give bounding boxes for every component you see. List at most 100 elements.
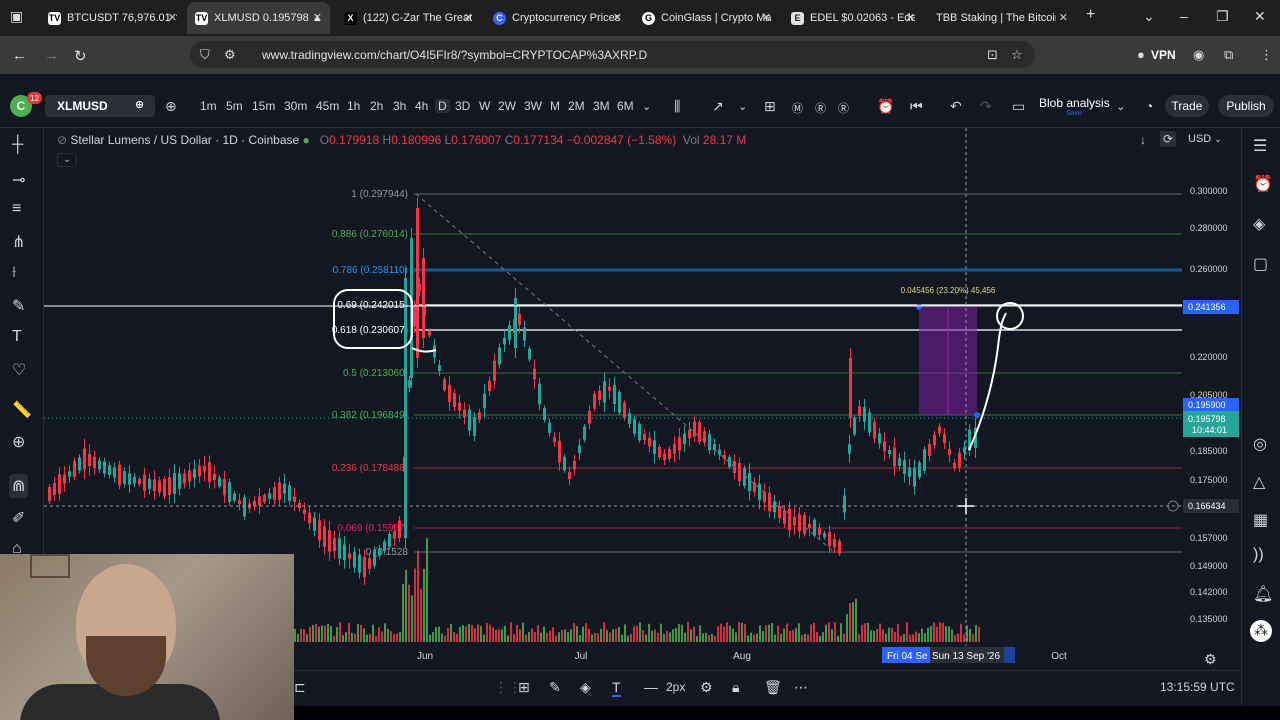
close-icon[interactable]: ✕ xyxy=(168,11,177,24)
magnet-icon[interactable]: ⋒ xyxy=(9,474,29,498)
signal-icon[interactable]: )) xyxy=(1253,546,1264,564)
redo-icon[interactable]: ↷ xyxy=(980,98,992,115)
browser-tab-btcusdt[interactable]: TV BTCUSDT 76,976.01 ▼ ✕ xyxy=(40,2,185,34)
stroke-width-label[interactable]: 2px xyxy=(666,680,685,694)
panel-toggle-icon[interactable]: ⊏ xyxy=(294,679,306,696)
scroll-down-icon[interactable]: ↓ xyxy=(1140,133,1146,147)
close-icon[interactable]: ✕ xyxy=(762,11,771,24)
indicators-icon[interactable]: ↗ xyxy=(712,98,724,115)
timeframe-5m[interactable]: 5m xyxy=(226,99,243,113)
timeframe-6m[interactable]: 6M xyxy=(617,99,634,113)
close-window-icon[interactable]: ✕ xyxy=(1254,8,1266,25)
timeframe-3w[interactable]: 3W xyxy=(524,99,542,113)
trade-button[interactable]: Trade xyxy=(1165,95,1209,117)
line-color-icon[interactable]: ✎ xyxy=(549,679,561,696)
alarm-icon[interactable]: ⏰ xyxy=(1253,174,1273,194)
browser-tab-xlmusd[interactable]: TV XLMUSD 0.195798 ▲ ✕ xyxy=(187,2,330,34)
chevron-down-icon[interactable]: ⌄ xyxy=(642,100,651,113)
timeframe-30m[interactable]: 30m xyxy=(284,99,307,113)
timeframe-2h[interactable]: 2h xyxy=(370,99,383,113)
close-icon[interactable]: ✕ xyxy=(906,11,915,24)
grid-icon[interactable]: ⁂ xyxy=(1250,620,1272,642)
chat-icon[interactable]: ▢ xyxy=(1253,254,1268,274)
quick-search-icon[interactable]: ◔ xyxy=(1145,98,1153,114)
back-icon[interactable]: ← xyxy=(12,47,27,64)
publish-button[interactable]: Publish xyxy=(1218,95,1274,117)
trash-icon[interactable]: 🗑︎ xyxy=(764,679,782,696)
more-icon[interactable]: ⋯ xyxy=(794,679,808,696)
minimize-icon[interactable]: – xyxy=(1180,8,1188,24)
vpn-icon[interactable]: ● xyxy=(1137,47,1145,62)
dot-icon[interactable]: ⊸ xyxy=(12,170,25,190)
pitchfork-icon[interactable]: ⋔ xyxy=(12,232,25,252)
extensions-icon[interactable]: ⧉ xyxy=(1224,47,1233,63)
layout-icon[interactable]: ▭ xyxy=(1012,98,1025,115)
timeframe-2w[interactable]: 2W xyxy=(498,99,516,113)
browser-tab-crypto-prices[interactable]: C Cryptocurrency Prices ✕ xyxy=(485,2,630,34)
tab-list-icon[interactable]: ▣ xyxy=(10,8,23,25)
new-tab-icon[interactable]: + xyxy=(1086,6,1095,24)
line-style-icon[interactable]: — xyxy=(644,679,658,695)
timeframe-4h[interactable]: 4h xyxy=(415,99,428,113)
browser-tab-coinglass[interactable]: G CoinGlass | Crypto Ma ✕ xyxy=(634,2,779,34)
close-icon[interactable]: ✕ xyxy=(1059,11,1068,24)
close-icon[interactable]: ✕ xyxy=(613,11,622,24)
triangle-icon[interactable]: △ xyxy=(1253,472,1265,492)
heart-icon[interactable]: ♡ xyxy=(12,360,26,380)
reload-icon[interactable]: ↻ xyxy=(74,47,87,65)
circle-arrows-icon[interactable]: ⊕ xyxy=(135,98,144,111)
chart-settings-icon[interactable]: ⚙ xyxy=(1204,651,1217,668)
layers-icon[interactable]: ◈ xyxy=(1253,214,1265,234)
url-field[interactable]: ⛉ ⚙ www.tradingview.com/chart/O4I5FIr8/?… xyxy=(190,41,1035,68)
restore-icon[interactable]: ❐ xyxy=(1216,8,1229,25)
layout-grid-icon[interactable]: ⊞ xyxy=(764,98,776,115)
alert-icon[interactable]: ⏰ xyxy=(877,98,894,115)
vpn-label[interactable]: VPN xyxy=(1151,48,1176,62)
chevron-down-icon[interactable]: ⌄ xyxy=(738,100,747,113)
auto-scale-icon[interactable]: ⟳ xyxy=(1160,131,1177,147)
timeframe-w[interactable]: W xyxy=(479,99,490,113)
site-settings-icon[interactable]: ⚙ xyxy=(224,47,236,63)
install-app-icon[interactable]: ⊡ xyxy=(987,47,998,63)
timeframe-d[interactable]: D xyxy=(435,99,450,113)
measure-tool-icon[interactable]: ⟊ xyxy=(12,264,16,282)
utc-clock[interactable]: 13:15:59 UTC xyxy=(1160,680,1235,694)
add-symbol-icon[interactable]: ⊕ xyxy=(165,98,177,115)
timeframe-m[interactable]: M xyxy=(550,99,560,113)
chevron-down-icon[interactable]: ⌄ xyxy=(1116,100,1125,113)
close-icon[interactable]: ✕ xyxy=(464,11,473,24)
lines-icon[interactable]: ≡ xyxy=(12,200,21,218)
replay-icon[interactable]: ⏮ xyxy=(910,98,923,115)
text-color-icon[interactable]: T xyxy=(612,679,621,697)
timeframe-15m[interactable]: 15m xyxy=(252,99,275,113)
close-icon[interactable]: ✕ xyxy=(313,11,322,24)
forward-icon[interactable]: → xyxy=(44,47,59,64)
timeframe-3h[interactable]: 3h xyxy=(393,99,406,113)
collapse-legend-icon[interactable]: ⌄ xyxy=(57,153,77,167)
ruler-icon[interactable]: 📏 xyxy=(12,400,32,420)
zoom-icon[interactable]: ⊕ xyxy=(12,432,25,452)
r-circle-icon[interactable]: Ⓡ xyxy=(838,100,849,116)
browser-tab-tbb-staking[interactable]: TBB Staking | The Bitcoin B ✕ xyxy=(928,2,1076,34)
url-text[interactable]: www.tradingview.com/chart/O4I5FIr8/?symb… xyxy=(262,48,647,62)
m-circle-icon[interactable]: Ⓜ xyxy=(792,100,803,116)
fill-color-icon[interactable]: ◈ xyxy=(580,679,591,696)
browser-tab-czar[interactable]: X (122) C-Zar The Great ✕ xyxy=(336,2,481,34)
symbol-search-button[interactable]: XLMUSD ⊕ xyxy=(45,95,155,117)
calendar-icon[interactable]: ▦ xyxy=(1253,510,1268,530)
layout-name[interactable]: Blob analysis xyxy=(1039,96,1110,110)
currency-selector[interactable]: USD ⌄ xyxy=(1186,131,1236,149)
timeframe-2m[interactable]: 2M xyxy=(568,99,585,113)
undo-icon[interactable]: ↶ xyxy=(950,98,962,115)
template-icon[interactable]: ⊞ xyxy=(518,679,530,696)
r-circle-icon[interactable]: Ⓡ xyxy=(815,100,826,116)
timeframe-1m[interactable]: 1m xyxy=(200,99,217,113)
candle-type-icon[interactable]: ⫼ xyxy=(674,98,680,115)
timeframe-1h[interactable]: 1h xyxy=(347,99,360,113)
tab-search-icon[interactable]: ⌄ xyxy=(1143,8,1155,25)
browser-tab-edel[interactable]: E EDEL $0.02063 - Edel / ✕ xyxy=(783,2,923,34)
visibility-icon[interactable]: ⊘ xyxy=(57,133,67,147)
text-icon[interactable]: T xyxy=(12,328,22,346)
brush-icon[interactable]: ✎ xyxy=(12,296,25,316)
timeframe-3d[interactable]: 3D xyxy=(455,99,470,113)
